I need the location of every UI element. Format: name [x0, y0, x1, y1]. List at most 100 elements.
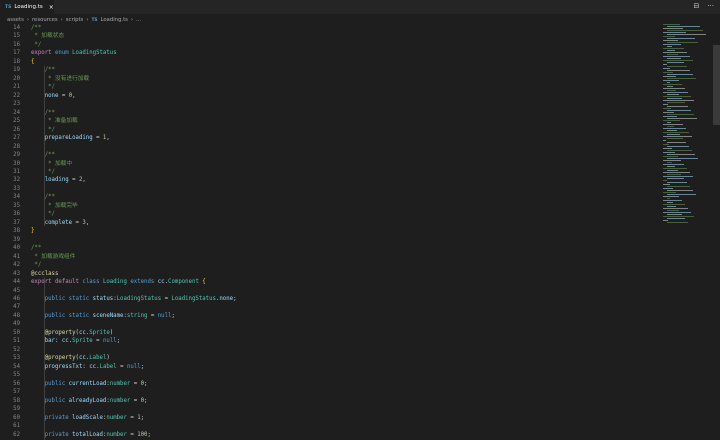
- code-line: 30 * 加载中: [0, 160, 660, 168]
- line-number: 16: [13, 41, 20, 48]
- code-token: cc: [61, 338, 69, 345]
- code-token: */: [31, 41, 42, 48]
- minimap-line: [667, 190, 693, 191]
- breadcrumb-symbol[interactable]: ...: [136, 17, 141, 23]
- code-text: public alreadyLoad:number = 0;: [31, 397, 148, 405]
- code-token: null: [102, 338, 117, 345]
- line-number: 53: [13, 355, 20, 362]
- minimap-line: [663, 144, 669, 145]
- code-line: 37 complete = 3,: [0, 219, 660, 227]
- more-actions-icon[interactable]: ···: [707, 2, 714, 10]
- code-token: * 加载游戏组件: [31, 253, 76, 260]
- breadcrumb-assets[interactable]: assets: [7, 17, 24, 23]
- code-token: * 加载完毕: [31, 202, 78, 209]
- code-token: ): [109, 329, 114, 336]
- code-line: 14 /**: [0, 24, 660, 32]
- code-text: {: [31, 58, 34, 66]
- chevron-right-icon: ›: [60, 17, 63, 23]
- typescript-file-icon: TS: [5, 4, 12, 10]
- line-number: 22: [13, 92, 20, 99]
- code-line: 48 public static sceneName:string = null…: [0, 312, 660, 320]
- minimap-line: [663, 32, 686, 33]
- code-token: status: [92, 296, 114, 302]
- code-token: */: [31, 168, 55, 175]
- line-number: 60: [13, 414, 20, 421]
- breadcrumb-file[interactable]: Loading.ts: [100, 17, 127, 23]
- breadcrumb-resources[interactable]: resources: [32, 17, 58, 23]
- code-token: ,: [106, 135, 110, 142]
- code-token: progressTxt: [31, 363, 83, 370]
- minimap-line: [663, 52, 687, 53]
- code-token: =: [58, 92, 69, 99]
- code-text: /**: [31, 193, 55, 201]
- code-line: 32 loading = 2,: [0, 176, 660, 184]
- minimap-line: [663, 28, 683, 29]
- minimap-line: [667, 158, 698, 159]
- chevron-right-icon: ›: [26, 17, 29, 23]
- minimap-line: [667, 162, 672, 163]
- code-token: /**: [31, 245, 42, 252]
- minimap-line: [667, 26, 700, 27]
- minimap-line: [663, 192, 676, 193]
- breadcrumb-scripts[interactable]: scripts: [66, 17, 84, 23]
- minimap-line: [663, 76, 676, 77]
- code-line: 52: [0, 346, 660, 354]
- close-icon[interactable]: ×: [49, 4, 54, 11]
- code-text: private loadScale:number = 1;: [31, 414, 144, 422]
- minimap-line: [667, 38, 695, 39]
- minimap-line: [663, 168, 687, 169]
- code-token: bar: [31, 338, 55, 345]
- scrollbar-thumb[interactable]: [713, 45, 720, 125]
- code-token: Label: [99, 363, 117, 370]
- code-token: none: [219, 296, 234, 302]
- code-line: 47: [0, 303, 660, 311]
- code-text: none = 0,: [31, 92, 76, 100]
- code-token: private: [31, 414, 73, 421]
- code-line: 29 /**: [0, 151, 660, 159]
- minimap-line: [663, 80, 679, 81]
- line-number: 33: [13, 185, 20, 192]
- split-editor-icon[interactable]: ⊟: [693, 2, 699, 10]
- code-token: {: [31, 58, 35, 65]
- code-token: export: [31, 50, 55, 57]
- code-editor[interactable]: 14/** 15 * 加载状态 16 */17 export enum Loading…: [0, 24, 660, 440]
- code-token: =: [161, 296, 172, 302]
- minimap-line: [663, 64, 667, 65]
- code-token: loading: [31, 177, 69, 184]
- minimap-line: [663, 220, 668, 221]
- minimap-line: [663, 208, 688, 209]
- minimap-line: [667, 110, 691, 111]
- code-text: public currentLoad:number = 0;: [31, 380, 148, 388]
- typescript-file-icon: TS: [91, 17, 98, 23]
- code-line: 59: [0, 405, 660, 413]
- code-token: number: [106, 431, 127, 438]
- minimap-line: [667, 118, 697, 119]
- line-number: 38: [13, 228, 20, 235]
- code-token: =: [147, 312, 158, 319]
- minimap[interactable]: [663, 24, 708, 234]
- minimap-line: [667, 82, 670, 83]
- code-text: @property(cc.Sprite): [31, 329, 114, 337]
- code-line: 38}: [0, 227, 660, 235]
- line-number: 62: [13, 431, 20, 438]
- code-token: currentLoad: [68, 380, 107, 387]
- code-token: ): [106, 355, 110, 362]
- line-number: 39: [13, 236, 20, 243]
- code-token: ,: [72, 92, 76, 99]
- code-token: */: [31, 126, 55, 133]
- minimap-line: [667, 102, 685, 103]
- minimap-line: [663, 128, 686, 129]
- line-number: 58: [13, 397, 20, 404]
- code-line: 42 */: [0, 261, 660, 269]
- line-number: 46: [13, 296, 20, 302]
- minimap-line: [663, 200, 682, 201]
- code-text: * 加载中: [31, 160, 72, 168]
- minimap-line: [667, 114, 694, 115]
- line-number: 44: [13, 279, 20, 286]
- line-number: 14: [13, 25, 20, 31]
- minimap-line: [667, 166, 675, 167]
- minimap-line: [667, 210, 679, 211]
- code-text: bar: cc.Sprite = null;: [31, 337, 120, 345]
- tab-loading-ts[interactable]: TS Loading.ts ×: [0, 0, 54, 14]
- code-line: 17 export enum LoadingStatus: [0, 49, 660, 57]
